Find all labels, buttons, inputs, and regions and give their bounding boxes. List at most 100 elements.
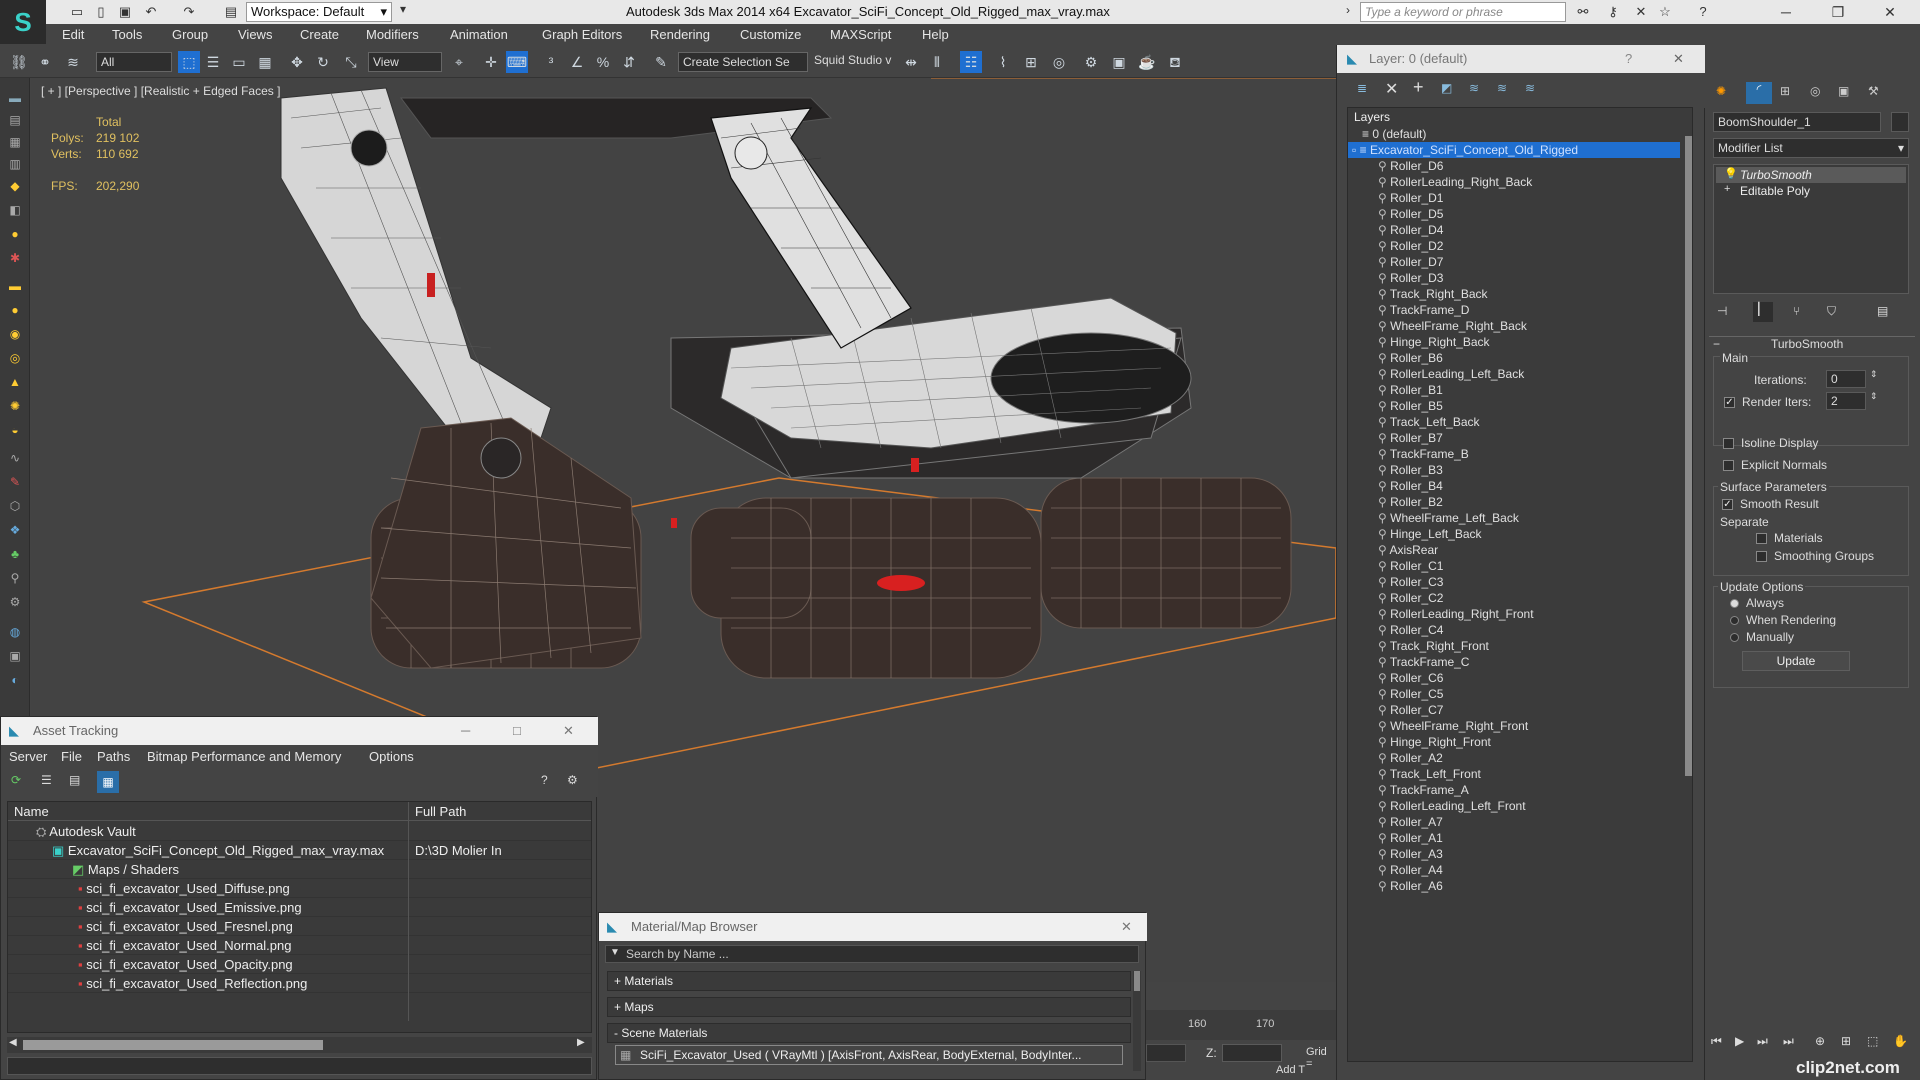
layer-object-row[interactable]: ⚲ Roller_C6 <box>1348 670 1680 686</box>
save-file-icon[interactable]: ▣ <box>116 3 134 21</box>
light-bulb-icon[interactable]: 💡 <box>1724 167 1738 180</box>
select-by-name-icon[interactable]: ☰ <box>202 51 224 73</box>
delete-layer-icon[interactable]: ✕ <box>1385 79 1398 99</box>
system-icon[interactable]: ⚙ <box>6 594 24 610</box>
asset-file-row[interactable]: ▪ sci_fi_excavator_Used_Emissive.png <box>8 898 591 917</box>
render-iters-checkbox[interactable]: ✓ <box>1724 397 1735 408</box>
add-time-tag[interactable]: Add T <box>1276 1064 1305 1076</box>
redo-icon[interactable]: ↷ <box>180 3 198 21</box>
layer-object-row[interactable]: ⚲ Track_Left_Front <box>1348 766 1680 782</box>
layers-icon[interactable]: ≣ <box>1357 81 1367 95</box>
layer-object-row[interactable]: ⚲ Roller_C2 <box>1348 590 1680 606</box>
layer-object-row[interactable]: ⚲ Track_Right_Front <box>1348 638 1680 654</box>
layer-object-row[interactable]: ⚲ Track_Right_Back <box>1348 286 1680 302</box>
rotate-icon[interactable]: ↻ <box>312 51 334 73</box>
box-icon[interactable]: ▬ <box>6 278 24 294</box>
smoothing-groups-checkbox[interactable] <box>1756 551 1767 562</box>
isoline-checkbox[interactable] <box>1723 438 1734 449</box>
asset-maps-folder-row[interactable]: ◩ Maps / Shaders <box>8 860 591 879</box>
menu-tools[interactable]: Tools <box>112 27 142 42</box>
create-tab-icon[interactable]: ✺ <box>1716 84 1726 98</box>
sphere-icon[interactable]: ● <box>6 302 24 318</box>
layer-object-row[interactable]: ⚲ Roller_D2 <box>1348 238 1680 254</box>
object-color-swatch[interactable] <box>1891 112 1909 132</box>
menu-edit[interactable]: Edit <box>62 27 84 42</box>
binoculars-icon[interactable]: ⚯ <box>1574 3 1592 21</box>
edit-named-sets-icon[interactable]: ✎ <box>650 51 672 73</box>
search-input[interactable]: Type a keyword or phrase <box>1360 2 1566 22</box>
layer-default-row[interactable]: ≡ 0 (default) <box>1348 126 1680 142</box>
layer-scrollbar-thumb[interactable] <box>1685 136 1692 776</box>
materials-checkbox[interactable] <box>1756 533 1767 544</box>
utility-icon[interactable]: ◐ <box>6 672 24 688</box>
snaps-icon[interactable]: ³ <box>540 51 562 73</box>
rect-selection-icon[interactable]: ▭ <box>228 51 250 73</box>
key-icon[interactable]: ⚷ <box>1604 3 1622 21</box>
angle-snap-icon[interactable]: ∠ <box>566 51 588 73</box>
group-maps[interactable]: + Maps <box>607 997 1131 1017</box>
table-icon[interactable]: ▥ <box>6 156 24 172</box>
layer-object-row[interactable]: ⚲ Roller_B7 <box>1348 430 1680 446</box>
asset-maxfile-row[interactable]: ▣ Excavator_SciFi_Concept_Old_Rigged_max… <box>8 841 591 860</box>
manually-radio[interactable] <box>1730 633 1739 642</box>
light-icon[interactable]: ◆ <box>6 178 24 194</box>
asset-menu-server[interactable]: Server <box>9 749 47 764</box>
layer-object-row[interactable]: ⚲ Roller_C3 <box>1348 574 1680 590</box>
mirror-icon[interactable]: ⇹ <box>900 51 922 73</box>
render-production-icon[interactable]: ☕ <box>1136 51 1158 73</box>
layer-object-row[interactable]: ⚲ Roller_C4 <box>1348 622 1680 638</box>
select-objects-icon[interactable]: ≋ <box>1469 81 1479 95</box>
schematic-view-icon[interactable]: ⊞ <box>1020 51 1042 73</box>
group-materials[interactable]: + Materials <box>607 971 1131 991</box>
when-rendering-radio[interactable] <box>1730 616 1739 625</box>
col-path-header[interactable]: Full Path <box>408 802 466 821</box>
asset-h-scrollbar[interactable]: ◀ ▶ <box>7 1037 592 1053</box>
menu-views[interactable]: Views <box>238 27 272 42</box>
asset-file-row[interactable]: ▪ sci_fi_excavator_Used_Opacity.png <box>8 955 591 974</box>
menu-help[interactable]: Help <box>922 27 949 42</box>
layer-object-row[interactable]: ⚲ Roller_D4 <box>1348 222 1680 238</box>
modifier-editable-poly[interactable]: Editable Poly <box>1716 183 1906 199</box>
render-iters-input[interactable]: 2 <box>1826 392 1866 410</box>
layer-scrollbar[interactable] <box>1684 126 1692 1056</box>
layer-object-row[interactable]: ⚲ Roller_D5 <box>1348 206 1680 222</box>
update-button[interactable]: Update <box>1742 651 1850 671</box>
menu-maxscript[interactable]: MAXScript <box>830 27 891 42</box>
settings-icon[interactable]: ⚙ <box>567 773 578 787</box>
list-view-icon[interactable]: ☰ <box>41 773 52 787</box>
asset-scroll-thumb[interactable] <box>23 1040 323 1050</box>
grid-icon[interactable]: ▦ <box>6 134 24 150</box>
refresh-icon[interactable]: ⟳ <box>11 773 21 787</box>
help-icon[interactable]: ? <box>1625 45 1632 73</box>
layer-object-row[interactable]: ⚲ Roller_B6 <box>1348 350 1680 366</box>
select-object-icon[interactable]: ⬚ <box>178 51 200 73</box>
utilities-tab-icon[interactable]: ⚒ <box>1868 84 1879 98</box>
undo-icon[interactable]: ↶ <box>142 3 160 21</box>
material-editor-icon[interactable]: ◎ <box>1048 51 1070 73</box>
hierarchy-tab-icon[interactable]: ⊞ <box>1780 84 1790 98</box>
unlink-icon[interactable]: ⚭ <box>34 51 56 73</box>
turbosmooth-rollout-header[interactable]: − TurboSmooth <box>1709 336 1915 351</box>
layer-object-row[interactable]: ⚲ Roller_A6 <box>1348 878 1680 894</box>
make-unique-icon[interactable]: ⑂ <box>1793 304 1800 318</box>
layer-object-row[interactable]: ⚲ Roller_D1 <box>1348 190 1680 206</box>
layer-object-row[interactable]: ⚲ Roller_D7 <box>1348 254 1680 270</box>
menu-graph-editors[interactable]: Graph Editors <box>542 27 622 42</box>
motion-tab-icon[interactable]: ◎ <box>1810 84 1820 98</box>
go-to-start-icon[interactable]: ⏮ <box>1711 1034 1722 1049</box>
layer-object-row[interactable]: ⚲ TrackFrame_D <box>1348 302 1680 318</box>
layer-object-row[interactable]: ⚲ Roller_C1 <box>1348 558 1680 574</box>
workspace-menu-icon[interactable]: ▾ <box>396 2 410 22</box>
app-logo-icon[interactable]: S <box>0 0 46 44</box>
align-icon[interactable]: ⫴ <box>926 51 948 73</box>
asset-file-row[interactable]: ▪ sci_fi_excavator_Used_Diffuse.png <box>8 879 591 898</box>
asset-file-row[interactable]: ▪ sci_fi_excavator_Used_Normal.png <box>8 936 591 955</box>
material-scroll-thumb[interactable] <box>1134 971 1140 991</box>
asset-menu-bitmap[interactable]: Bitmap Performance and Memory <box>147 749 341 764</box>
globe-icon[interactable]: ◍ <box>6 624 24 640</box>
col-name-header[interactable]: Name <box>14 802 49 821</box>
layer-object-row[interactable]: ⚲ Roller_D3 <box>1348 270 1680 286</box>
layer-object-row[interactable]: ⚲ Roller_B3 <box>1348 462 1680 478</box>
spline-icon[interactable]: ∿ <box>6 450 24 466</box>
display-icon[interactable]: ▣ <box>6 648 24 664</box>
